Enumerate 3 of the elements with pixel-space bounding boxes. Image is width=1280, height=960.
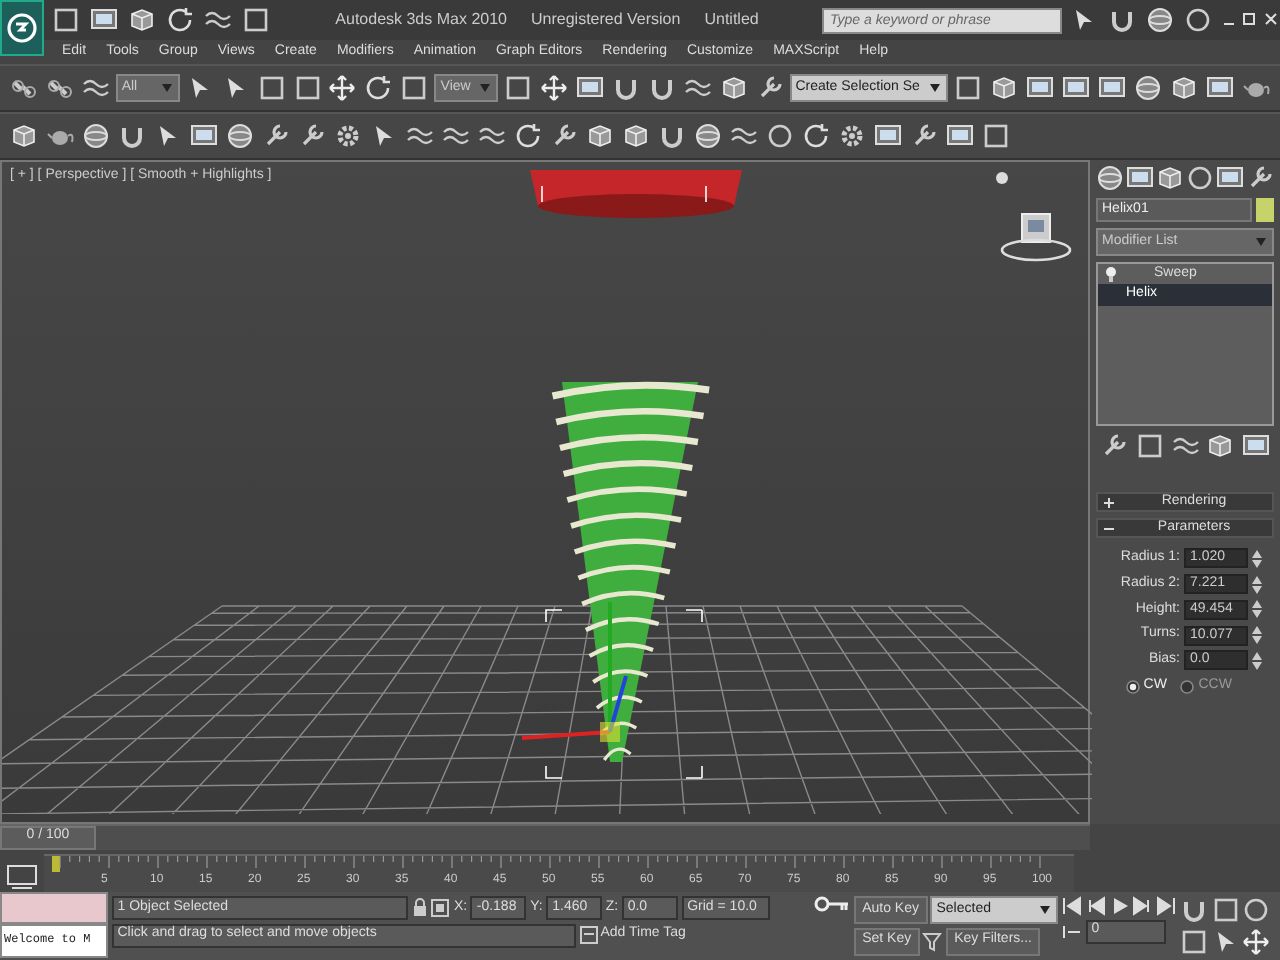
window-title: Autodesk 3ds Max 2010 [335,10,507,30]
document-name: Untitled [704,10,759,30]
version-note: Unregistered Version [531,10,681,30]
